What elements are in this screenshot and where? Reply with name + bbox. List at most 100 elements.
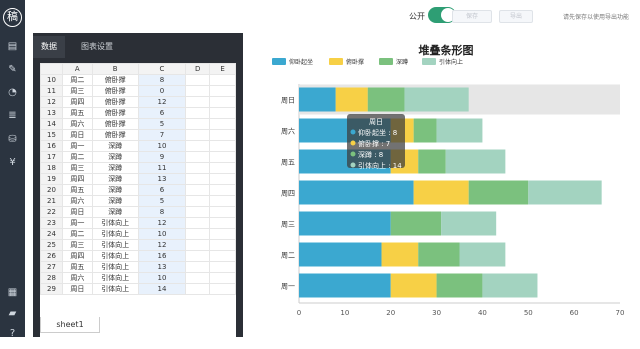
cell-empty[interactable] [185,118,211,130]
cell-empty[interactable] [209,261,236,273]
column-header[interactable]: A [61,63,93,75]
cell-empty[interactable] [209,74,236,86]
table-row[interactable]: 21 周六 深蹲 5 [40,195,236,207]
cell-exercise[interactable]: 引体向上 [91,228,139,240]
cell-empty[interactable] [185,85,211,97]
cell-exercise[interactable]: 深蹲 [91,151,139,163]
cell-day[interactable]: 周二 [61,228,93,240]
cell-empty[interactable] [185,283,211,295]
sheet-tab[interactable]: sheet1 [40,317,100,333]
table-row[interactable]: 19 周四 深蹲 13 [40,173,236,185]
row-number[interactable]: 16 [40,140,63,152]
row-number[interactable]: 22 [40,206,63,218]
cell-count[interactable]: 14 [137,283,187,295]
app-logo[interactable]: 稿 [3,8,22,27]
cell-exercise[interactable]: 引体向上 [91,283,139,295]
cell-day[interactable]: 周日 [61,283,93,295]
table-row[interactable]: 24 周二 引体向上 10 [40,228,236,240]
table-row[interactable]: 15 周日 俯卧撑 7 [40,129,236,141]
cell-count[interactable]: 11 [137,162,187,174]
cell-day[interactable]: 周二 [61,74,93,86]
table-row[interactable]: 14 周六 俯卧撑 5 [40,118,236,130]
cell-day[interactable]: 周一 [61,217,93,229]
cell-empty[interactable] [185,107,211,119]
cell-exercise[interactable]: 引体向上 [91,239,139,251]
cell-empty[interactable] [209,129,236,141]
cell-exercise[interactable]: 俯卧撑 [91,107,139,119]
cell-empty[interactable] [185,151,211,163]
cell-exercise[interactable]: 引体向上 [91,217,139,229]
cell-count[interactable]: 5 [137,195,187,207]
cell-empty[interactable] [209,206,236,218]
cell-exercise[interactable]: 深蹲 [91,195,139,207]
table-row[interactable]: 23 周一 引体向上 12 [40,217,236,229]
cell-empty[interactable] [209,217,236,229]
cell-empty[interactable] [185,250,211,262]
cell-exercise[interactable]: 引体向上 [91,250,139,262]
table-row[interactable]: 16 周一 深蹲 10 [40,140,236,152]
cell-exercise[interactable]: 俯卧撑 [91,129,139,141]
row-number[interactable]: 20 [40,184,63,196]
table-row[interactable]: 13 周五 俯卧撑 6 [40,107,236,119]
table-row[interactable]: 25 周三 引体向上 12 [40,239,236,251]
cell-count[interactable]: 12 [137,217,187,229]
tab-data[interactable]: 数据 [33,36,65,58]
cell-count[interactable]: 8 [137,74,187,86]
file-icon[interactable]: ▤ [6,40,19,53]
cell-day[interactable]: 周三 [61,85,93,97]
cell-empty[interactable] [209,96,236,108]
corner-cell[interactable] [40,63,63,75]
cell-empty[interactable] [209,151,236,163]
cell-empty[interactable] [209,283,236,295]
table-row[interactable]: 29 周日 引体向上 14 [40,283,236,295]
cell-empty[interactable] [185,239,211,251]
cell-empty[interactable] [209,239,236,251]
row-number[interactable]: 23 [40,217,63,229]
row-number[interactable]: 19 [40,173,63,185]
cell-empty[interactable] [209,140,236,152]
cell-count[interactable]: 9 [137,151,187,163]
cell-day[interactable]: 周二 [61,151,93,163]
row-number[interactable]: 25 [40,239,63,251]
table-row[interactable]: 17 周二 深蹲 9 [40,151,236,163]
row-number[interactable]: 14 [40,118,63,130]
cell-empty[interactable] [209,195,236,207]
export-button[interactable]: 导出 [499,10,533,23]
table-row[interactable]: 11 周三 俯卧撑 0 [40,85,236,97]
cell-empty[interactable] [209,250,236,262]
cell-empty[interactable] [185,74,211,86]
data-grid[interactable]: A B C D E 10 周二 俯卧撑 8 11 周三 俯卧撑 0 12 周四 俯卧撑 12 13 周五俯… [40,63,236,295]
column-header[interactable]: D [185,63,211,75]
cell-day[interactable]: 周一 [61,140,93,152]
cell-day[interactable]: 周六 [61,195,93,207]
cell-day[interactable]: 周五 [61,261,93,273]
cell-count[interactable]: 5 [137,118,187,130]
cell-day[interactable]: 周六 [61,118,93,130]
cell-exercise[interactable]: 引体向上 [91,272,139,284]
row-number[interactable]: 11 [40,85,63,97]
table-row[interactable]: 28 周六 引体向上 10 [40,272,236,284]
cell-empty[interactable] [209,228,236,240]
column-header[interactable]: C [137,63,187,75]
row-number[interactable]: 27 [40,261,63,273]
cell-day[interactable]: 周五 [61,184,93,196]
cell-empty[interactable] [209,85,236,97]
table-row[interactable]: 26 周四 引体向上 16 [40,250,236,262]
cell-empty[interactable] [185,129,211,141]
row-number[interactable]: 18 [40,162,63,174]
save-button[interactable]: 保存 [452,10,492,23]
cell-day[interactable]: 周三 [61,239,93,251]
row-number[interactable]: 13 [40,107,63,119]
cell-empty[interactable] [209,173,236,185]
database-icon[interactable]: ⛁ [6,133,19,146]
cell-exercise[interactable]: 深蹲 [91,184,139,196]
row-number[interactable]: 29 [40,283,63,295]
cell-count[interactable]: 16 [137,250,187,262]
table-row[interactable]: 22 周日 深蹲 8 [40,206,236,218]
cell-exercise[interactable]: 引体向上 [91,261,139,273]
cell-empty[interactable] [185,206,211,218]
cell-count[interactable]: 8 [137,206,187,218]
table-row[interactable]: 12 周四 俯卧撑 12 [40,96,236,108]
cell-day[interactable]: 周四 [61,173,93,185]
cell-empty[interactable] [185,217,211,229]
